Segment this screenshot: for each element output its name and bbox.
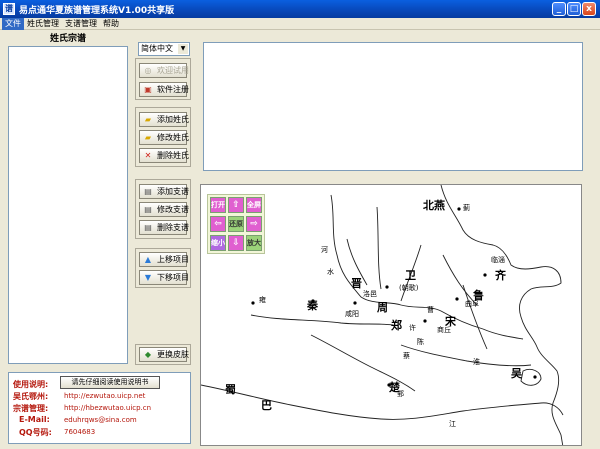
skin-icon: ◆: [144, 350, 152, 359]
map-label-ba: 巴: [261, 399, 272, 412]
map-label-cai: 蔡: [403, 352, 410, 360]
map-label-qufu: 曲阜: [465, 300, 479, 308]
map-label-jin: 晋: [351, 277, 362, 290]
document-delete-icon: ▤: [144, 223, 152, 232]
map-label-qin: 秦: [307, 299, 318, 312]
change-skin-button[interactable]: ◆ 更换皮肤: [139, 347, 189, 362]
license-group: ◎ 欢迎试用 ▣ 软件注册: [135, 58, 191, 100]
register-icon: ▣: [144, 85, 152, 94]
map-reset-button[interactable]: 还原: [228, 216, 244, 232]
arrow-down-icon: ▼: [144, 273, 152, 282]
edit-branch-button[interactable]: ▤ 修改支谱: [139, 202, 189, 217]
map-label-zheng: 郑: [391, 319, 402, 332]
language-selected: 简体中文: [141, 44, 173, 53]
skin-group: ◆ 更换皮肤: [135, 344, 191, 365]
surname-list[interactable]: [8, 46, 128, 364]
folder-open-icon: ▰: [144, 133, 152, 142]
map-nav-panel: 打开 ⇧ 全屏 ⇦ 还原 ⇨ 缩小 ⇩ 放大: [207, 194, 265, 254]
surname-panel-title: 姓氏宗谱: [50, 34, 87, 44]
usage-label: 使用说明:: [13, 380, 49, 389]
delete-icon: ✕: [144, 151, 152, 160]
map-label-beiyan: 北燕: [423, 199, 445, 212]
map-left-button[interactable]: ⇦: [210, 216, 226, 232]
map-fullscreen-button[interactable]: 全屏: [246, 197, 262, 213]
map-label-shu: 蜀: [225, 383, 236, 396]
document-edit-icon: ▤: [144, 205, 152, 214]
map-label-wu: 吴: [511, 367, 522, 380]
genealogy-link[interactable]: http://hbezwutao.uicp.cn: [64, 404, 151, 412]
map-zoom-out-button[interactable]: 缩小: [210, 235, 226, 251]
info-icon: ◎: [144, 66, 152, 75]
map-label-qi: 齐: [495, 269, 506, 282]
genealogy-label: 宗谱管理:: [13, 404, 49, 413]
edit-surname-button[interactable]: ▰ 修改姓氏: [139, 130, 189, 145]
qq-value: 7604683: [64, 428, 96, 436]
ezhou-link[interactable]: http://ezwutao.uicp.net: [64, 392, 145, 400]
map-label-linzi: 临淄: [491, 256, 505, 264]
app-icon: 谱: [3, 3, 15, 15]
add-branch-button[interactable]: ▤ 添加支谱: [139, 184, 189, 199]
move-down-button[interactable]: ▼ 下移项目: [139, 270, 189, 285]
window-title: 易点通华夏族谱管理系统V1.00共享版: [19, 6, 175, 16]
arrow-up-icon: ▲: [144, 255, 152, 264]
map-label-xu: 许: [409, 324, 416, 332]
ezhou-label: 吴氏鄂州:: [13, 392, 49, 401]
language-select[interactable]: 简体中文 ▼: [138, 42, 190, 56]
map-label-shangqiu: 商丘: [437, 326, 451, 334]
map-label-luoyi: 洛邑: [363, 290, 377, 298]
menu-help[interactable]: 帮助: [100, 18, 122, 30]
move-group: ▲ 上移项目 ▼ 下移项目: [135, 248, 191, 288]
welcome-button[interactable]: ◎ 欢迎试用: [139, 63, 189, 78]
folder-icon: ▰: [144, 115, 152, 124]
close-button[interactable]: x: [582, 2, 596, 16]
map-up-button[interactable]: ⇧: [228, 197, 244, 213]
map-down-button[interactable]: ⇩: [228, 235, 244, 251]
map-label-huai: 淮: [473, 358, 480, 366]
map-label-wei: 卫: [405, 269, 416, 282]
menu-surname-management[interactable]: 姓氏管理: [24, 18, 62, 30]
branch-actions-group: ▤ 添加支谱 ▤ 修改支谱 ▤ 删除支谱: [135, 179, 191, 239]
register-button[interactable]: ▣ 软件注册: [139, 82, 189, 97]
wei-river: [250, 314, 394, 326]
map-label-he: 河: [321, 246, 328, 254]
huai-river: [400, 344, 532, 367]
manual-button[interactable]: 请先仔细阅读使用说明书: [60, 376, 160, 389]
map-label-chaoge: (朝歌): [399, 284, 419, 292]
map-label-xianyang: 咸阳: [345, 310, 359, 318]
document-icon: ▤: [144, 187, 152, 196]
yangtze-river: [201, 384, 564, 420]
description-textarea[interactable]: [203, 42, 583, 171]
map-label-yong: 雍: [259, 296, 266, 304]
map-label-shui: 水: [327, 268, 334, 276]
add-surname-button[interactable]: ▰ 添加姓氏: [139, 112, 189, 127]
minimize-button[interactable]: _: [552, 2, 566, 16]
fen-river: [376, 206, 382, 290]
surname-actions-group: ▰ 添加姓氏 ▰ 修改姓氏 ✕ 删除姓氏: [135, 107, 191, 167]
map-label-zhou: 周: [377, 301, 388, 314]
map-label-ji: 蓟: [463, 204, 470, 212]
map-open-button[interactable]: 打开: [210, 197, 226, 213]
map-zoom-in-button[interactable]: 放大: [246, 235, 262, 251]
maximize-button[interactable]: □: [567, 2, 581, 16]
map-label-chen: 陈: [417, 338, 424, 346]
map-label-ying: 郢: [397, 390, 404, 398]
chevron-down-icon[interactable]: ▼: [178, 44, 188, 54]
move-up-button[interactable]: ▲ 上移项目: [139, 252, 189, 267]
menu-bar: 文件 姓氏管理 支谱管理 帮助: [0, 18, 600, 30]
email-label: E-Mail:: [19, 415, 50, 424]
ji-river: [442, 254, 478, 306]
menu-file[interactable]: 文件: [2, 18, 24, 30]
qq-label: QQ号码:: [19, 428, 52, 437]
lake: [520, 368, 542, 386]
delete-surname-button[interactable]: ✕ 删除姓氏: [139, 148, 189, 163]
menu-branch-management[interactable]: 支谱管理: [62, 18, 100, 30]
email-link[interactable]: eduhrqws@sina.com: [64, 416, 137, 424]
map-label-jiang: 江: [449, 420, 456, 428]
title-bar: 谱 易点通华夏族谱管理系统V1.00共享版 _ □ x: [0, 0, 600, 18]
map-label-cao: 曹: [427, 306, 434, 314]
map-right-button[interactable]: ⇨: [246, 216, 262, 232]
delete-branch-button[interactable]: ▤ 删除支谱: [139, 220, 189, 235]
